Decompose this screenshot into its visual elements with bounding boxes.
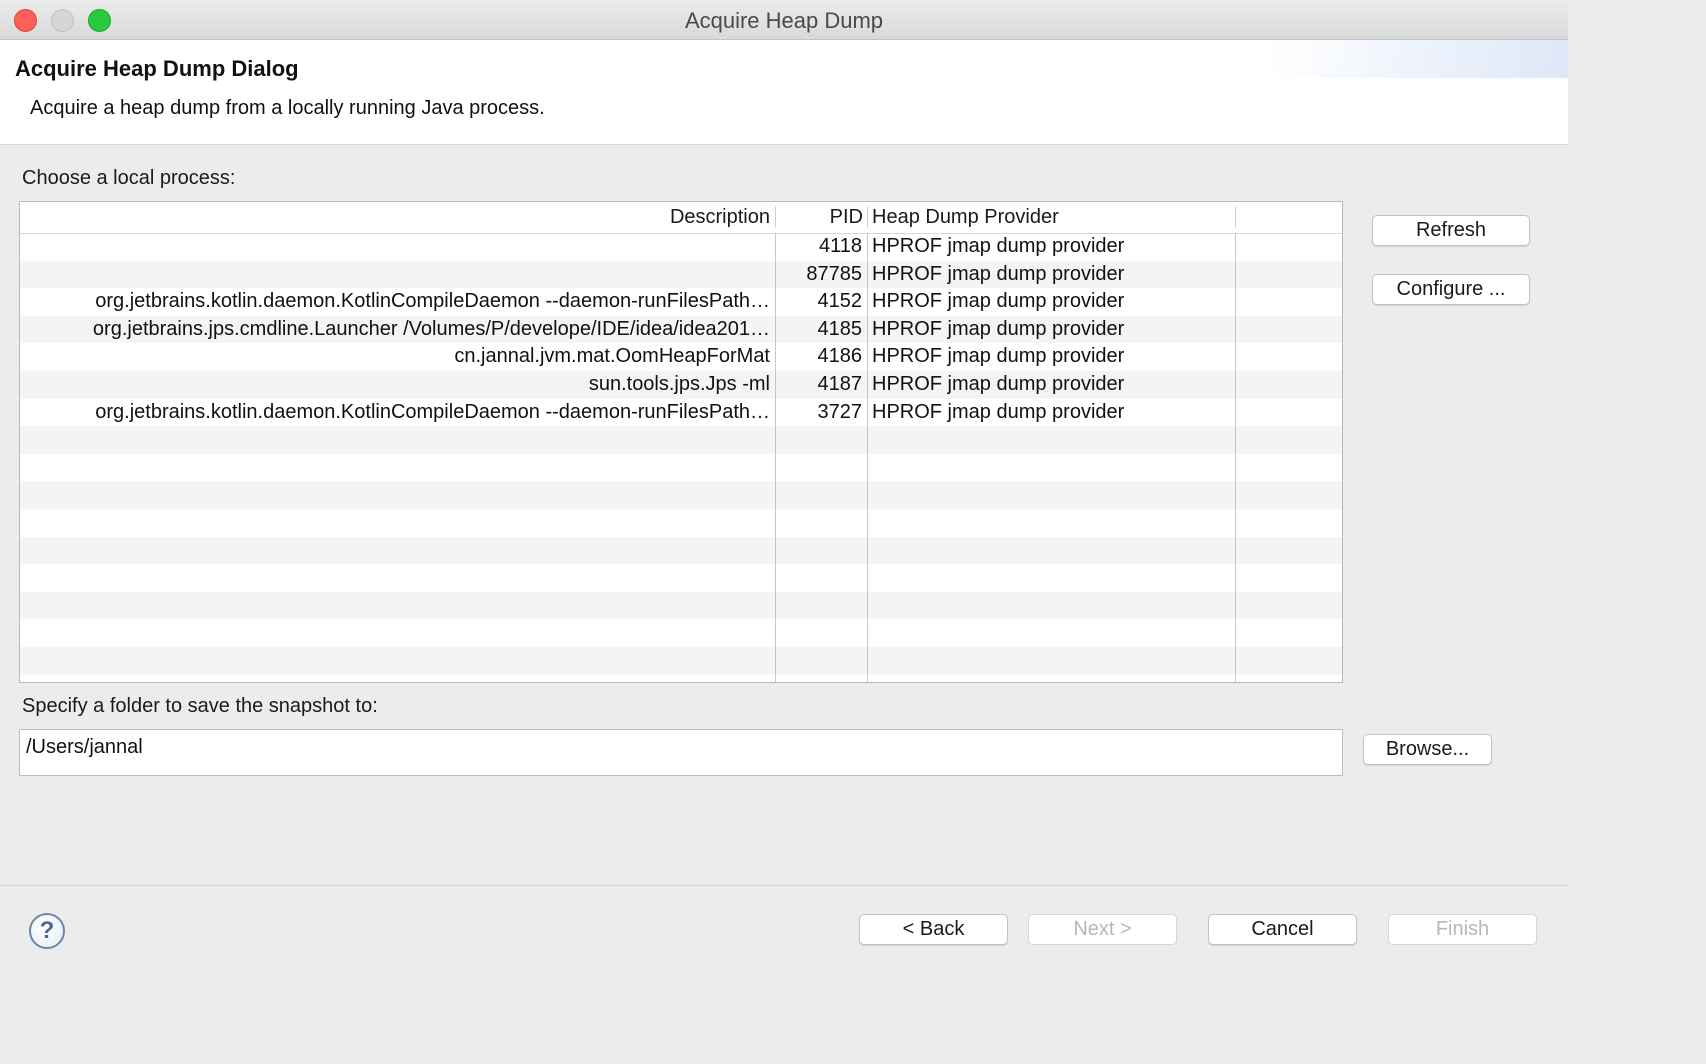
process-provider-cell: HPROF jmap dump provider [872,317,1125,340]
dialog-description: Acquire a heap dump from a locally runni… [30,97,545,119]
column-separator [1235,206,1236,228]
browse-button[interactable]: Browse... [1363,734,1492,765]
process-table-body: 4118 HPROF jmap dump provider 87785 HPROF j… [20,233,1342,682]
table-row[interactable]: 87785 HPROF jmap dump provider [20,261,1342,289]
table-row-background [20,509,1342,537]
column-header-description[interactable]: Description [20,202,775,233]
table-row-background [20,536,1342,565]
table-row-background [20,647,1342,675]
column-header-pid[interactable]: PID [775,202,867,233]
snapshot-folder-input[interactable]: /Users/jannal [19,729,1343,776]
dialog-body: Choose a local process: Description PID … [0,145,1568,885]
process-description-cell: org.jetbrains.kotlin.daemon.KotlinCompil… [95,400,770,423]
table-row[interactable]: org.jetbrains.jps.cmdline.Launcher /Volu… [20,316,1342,344]
process-provider-cell: HPROF jmap dump provider [872,262,1125,285]
process-pid-cell: 4185 [817,317,863,340]
process-list-label: Choose a local process: [22,167,236,189]
column-header-provider[interactable]: Heap Dump Provider [867,202,1235,233]
title-bar: Acquire Heap Dump [0,0,1568,40]
process-provider-cell: HPROF jmap dump provider [872,373,1125,395]
column-divider [1235,233,1236,682]
process-pid-cell: 4152 [817,290,863,313]
folder-label: Specify a folder to save the snapshot to… [22,695,378,717]
acquire-heap-dump-window: Acquire Heap Dump Acquire Heap Dump Dial… [0,0,1568,978]
table-row[interactable]: sun.tools.jps.Jps -ml 4187 HPROF jmap dump… [20,371,1342,399]
table-row-background [20,481,1342,509]
process-description-cell: org.jetbrains.jps.cmdline.Launcher /Volu… [92,317,770,340]
cancel-button[interactable]: Cancel [1208,914,1357,945]
process-pid-cell: 4186 [817,345,863,368]
finish-button[interactable]: Finish [1388,914,1537,945]
table-row[interactable]: org.jetbrains.kotlin.daemon.KotlinCompil… [20,288,1342,316]
table-row[interactable]: 4118 HPROF jmap dump provider [20,233,1342,261]
process-description-cell: sun.tools.jps.Jps -ml [588,373,770,395]
table-row-background [20,591,1342,620]
table-row-background [20,426,1342,454]
table-row-background [20,675,1342,682]
process-table-header: Description PID Heap Dump Provider [20,202,1342,234]
table-row-background [20,619,1342,647]
process-description-cell: cn.jannal.jvm.mat.OomHeapForMat [454,345,770,368]
process-provider-cell: HPROF jmap dump provider [872,345,1125,368]
process-provider-cell: HPROF jmap dump provider [872,290,1125,313]
configure-button[interactable]: Configure ... [1372,274,1530,305]
table-row-background [20,564,1342,592]
back-button[interactable]: < Back [859,914,1008,945]
table-row[interactable]: org.jetbrains.kotlin.daemon.KotlinCompil… [20,399,1342,427]
column-divider [867,233,868,682]
process-table[interactable]: Description PID Heap Dump Provider 4118 H… [19,201,1343,683]
help-icon[interactable]: ? [29,913,65,949]
refresh-button[interactable]: Refresh [1372,215,1530,246]
process-provider-cell: HPROF jmap dump provider [872,235,1125,257]
header-banner-image [1268,40,1568,78]
table-row-background [20,454,1342,482]
column-divider [775,233,776,682]
process-description-cell [20,233,775,261]
help-icon-glyph: ? [39,917,55,944]
process-description-cell [20,261,775,289]
dialog-header: Acquire Heap Dump Dialog Acquire a heap … [0,40,1568,145]
column-separator [867,206,868,228]
process-pid-cell: 4187 [817,373,863,395]
process-description-cell: org.jetbrains.kotlin.daemon.KotlinCompil… [95,290,770,313]
process-provider-cell: HPROF jmap dump provider [872,400,1125,423]
dialog-footer: ? < Back Next > Cancel Finish [0,885,1568,978]
next-button[interactable]: Next > [1028,914,1177,945]
table-row[interactable]: cn.jannal.jvm.mat.OomHeapForMat 4186 HPROF… [20,343,1342,371]
window-title: Acquire Heap Dump [684,8,884,33]
column-separator [775,206,776,228]
dialog-title: Acquire Heap Dump Dialog [15,56,299,81]
process-pid-cell: 4118 [818,235,862,257]
process-pid-cell: 3727 [817,400,863,423]
process-pid-cell: 87785 [806,262,862,285]
